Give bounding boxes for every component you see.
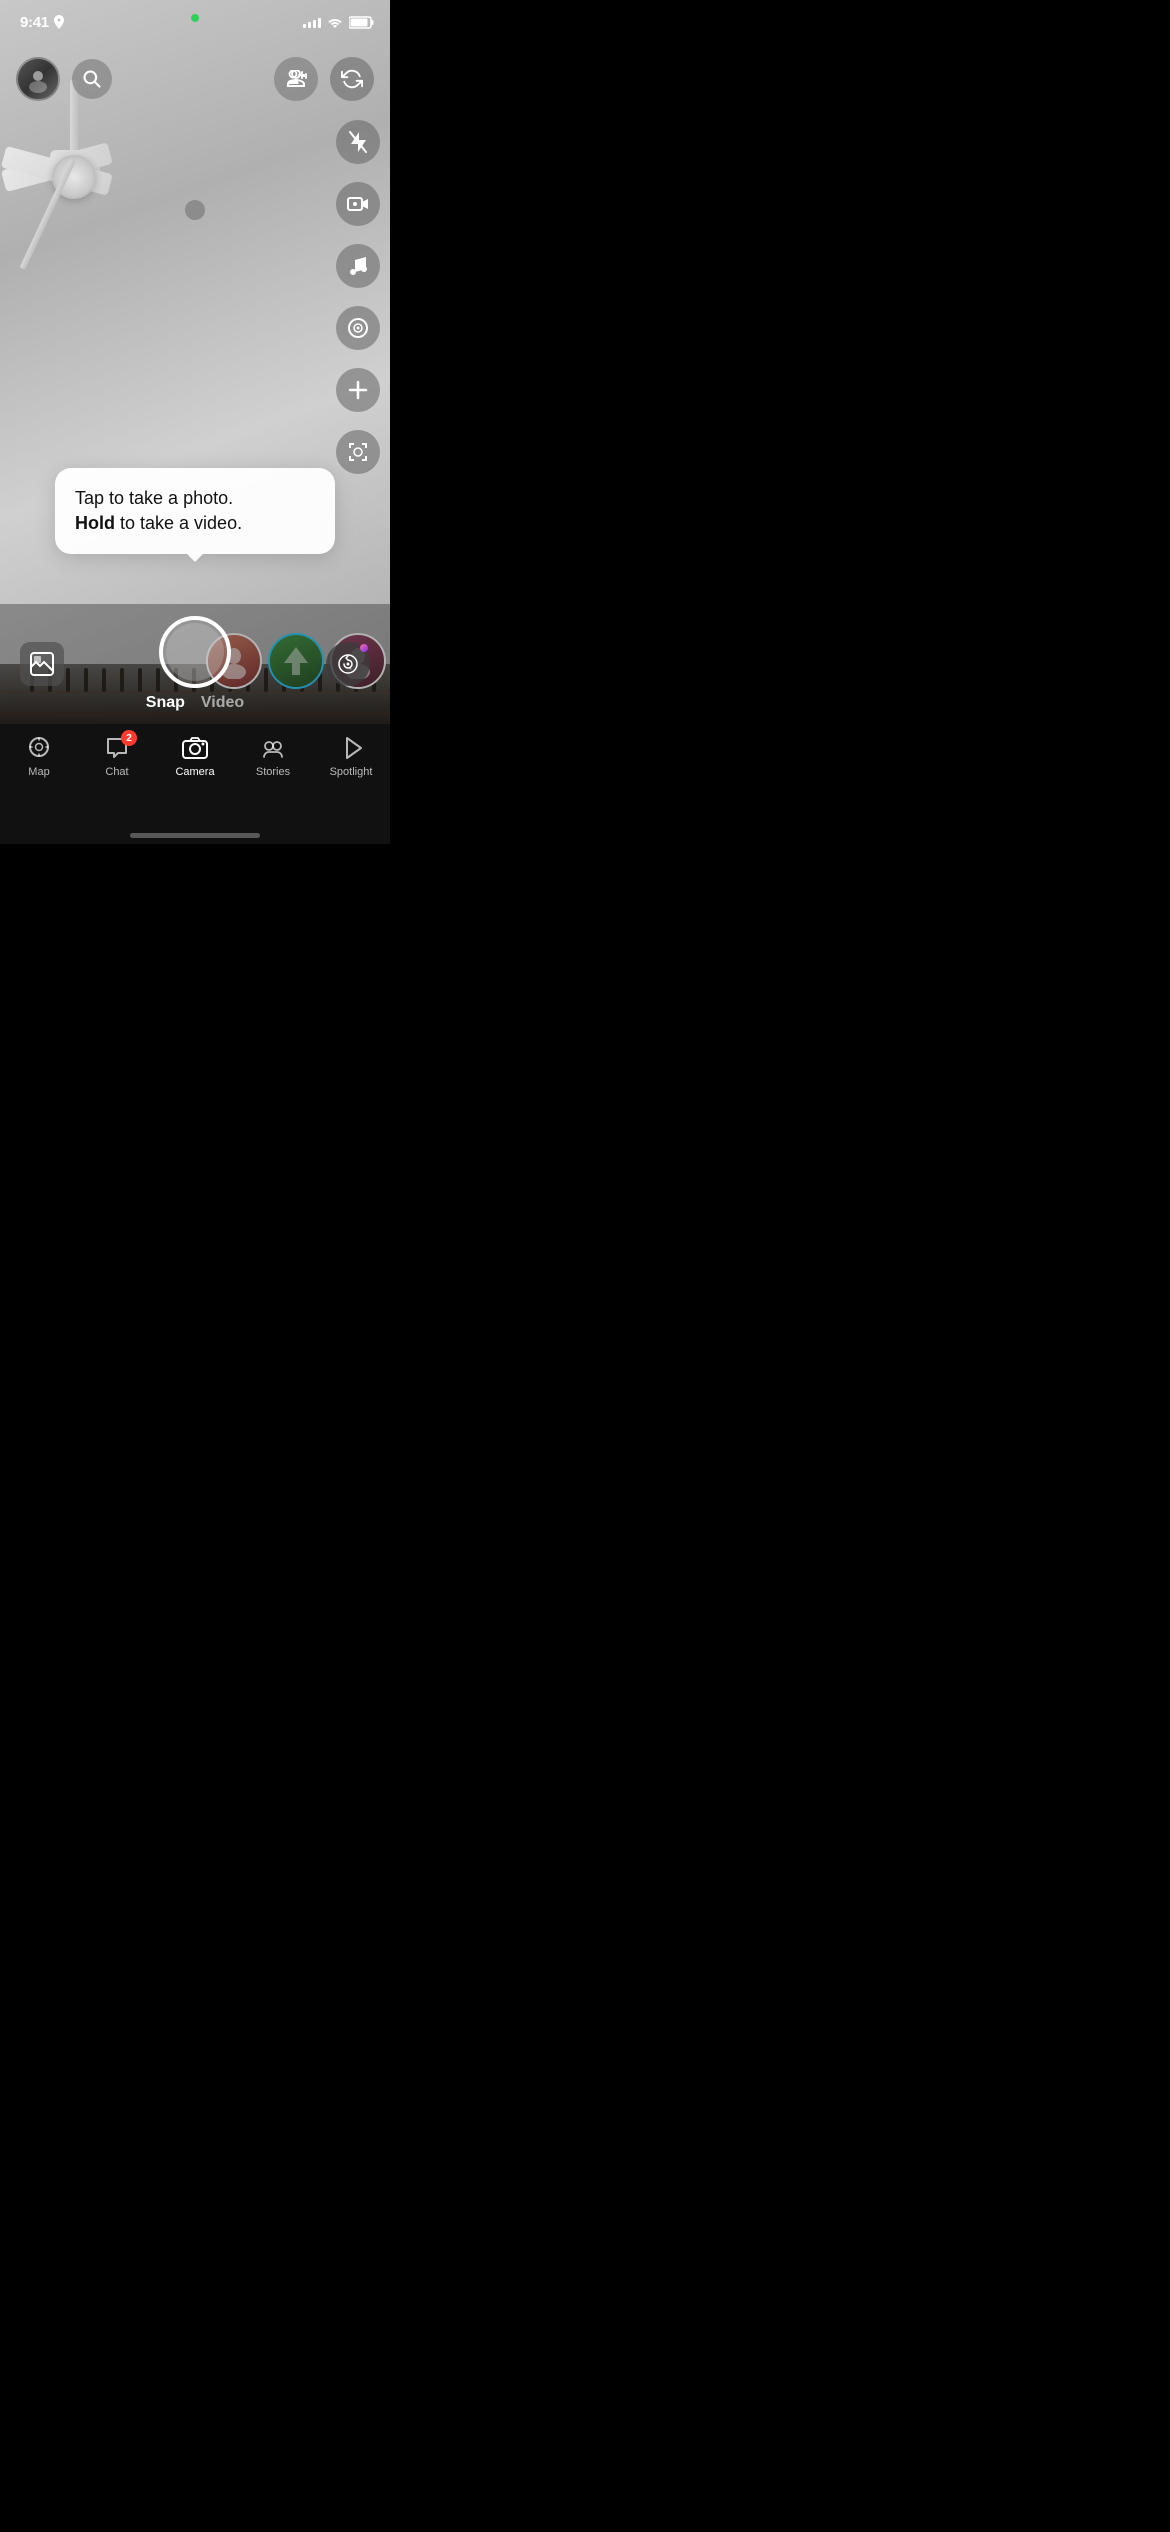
music-button[interactable]: [336, 244, 380, 288]
snap-tab[interactable]: Snap: [146, 694, 185, 712]
nav-label-camera: Camera: [175, 766, 214, 778]
top-bar: [0, 44, 390, 114]
wifi-icon: [327, 16, 343, 28]
tooltip-text: Tap to take a photo. Hold to take a vide…: [75, 486, 315, 536]
nav-item-spotlight[interactable]: Spotlight: [317, 734, 385, 778]
camera-active-indicator: [191, 14, 199, 22]
search-button[interactable]: [72, 59, 112, 99]
status-time: 9:41: [20, 14, 49, 31]
focus-indicator: [185, 200, 205, 220]
nav-item-camera[interactable]: Camera: [161, 734, 229, 778]
bottom-nav: Map 2 Chat Camera: [0, 724, 390, 844]
nav-label-stories: Stories: [256, 766, 290, 778]
add-button[interactable]: [336, 368, 380, 412]
signal-icon: [303, 16, 321, 28]
nav-item-map[interactable]: Map: [5, 734, 73, 778]
shutter-area: Snap Video: [146, 616, 244, 712]
gallery-button[interactable]: [20, 642, 64, 686]
nav-label-spotlight: Spotlight: [330, 766, 373, 778]
nav-item-stories[interactable]: Stories: [239, 734, 307, 778]
snap-video-tabs: Snap Video: [146, 694, 244, 712]
lens-button[interactable]: [336, 306, 380, 350]
video-tab[interactable]: Video: [201, 694, 244, 712]
avatar[interactable]: [16, 57, 60, 101]
status-bar: 9:41: [0, 0, 390, 44]
live-video-button[interactable]: [336, 182, 380, 226]
camera-bottom-bar: Snap Video: [0, 604, 390, 724]
stories-icon: [259, 734, 287, 762]
battery-icon: [349, 16, 374, 29]
flash-off-button[interactable]: [336, 120, 380, 164]
add-friend-button[interactable]: [274, 57, 318, 101]
chat-icon: 2: [103, 734, 131, 762]
tooltip-bubble: Tap to take a photo. Hold to take a vide…: [55, 468, 335, 554]
camera-nav-icon: [181, 734, 209, 762]
map-icon: [25, 734, 53, 762]
nav-label-map: Map: [28, 766, 49, 778]
nav-item-chat[interactable]: 2 Chat: [83, 734, 151, 778]
flip-camera-button[interactable]: [330, 57, 374, 101]
camera-scene: [0, 80, 200, 400]
nav-label-chat: Chat: [105, 766, 128, 778]
chat-badge: 2: [121, 730, 137, 746]
scan-button[interactable]: [336, 430, 380, 474]
spotlight-icon: [337, 734, 365, 762]
ai-replay-button[interactable]: [326, 642, 370, 686]
right-sidebar: [336, 120, 380, 474]
shutter-button[interactable]: [159, 616, 231, 688]
status-icons: [303, 16, 374, 29]
location-icon: [54, 15, 64, 29]
home-indicator: [130, 833, 260, 838]
